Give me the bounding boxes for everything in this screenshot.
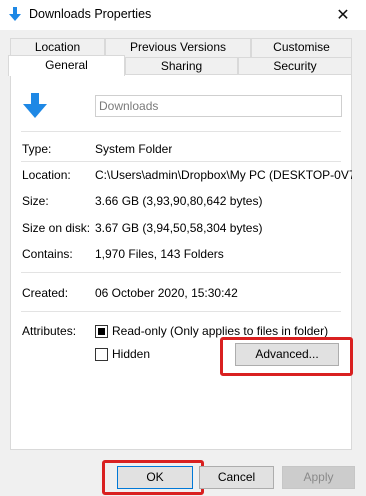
location-value: C:\Users\admin\Dropbox\My PC (DESKTOP-0V… (95, 168, 352, 182)
contains-value: 1,970 Files, 143 Folders (95, 247, 224, 261)
readonly-checkbox[interactable] (95, 325, 108, 338)
created-value: 06 October 2020, 15:30:42 (95, 286, 238, 300)
title-bar: Downloads Properties ✕ (0, 0, 366, 30)
type-label: Type: (22, 142, 52, 156)
hidden-checkbox[interactable] (95, 348, 108, 361)
divider (21, 161, 341, 162)
created-label: Created: (22, 286, 69, 300)
readonly-label[interactable]: Read-only (Only applies to files in fold… (112, 324, 328, 338)
cancel-button[interactable]: Cancel (199, 466, 274, 489)
attributes-label: Attributes: (22, 324, 77, 338)
divider (21, 131, 341, 132)
general-panel: Downloads Type: System Folder Location: … (10, 74, 352, 450)
size-on-disk-label: Size on disk: (22, 221, 91, 235)
type-value: System Folder (95, 142, 173, 156)
size-on-disk-value: 3.67 GB (3,94,50,58,304 bytes) (95, 221, 263, 235)
tab-previous-versions[interactable]: Previous Versions (105, 38, 251, 57)
tab-general[interactable]: General (8, 55, 125, 76)
advanced-button[interactable]: Advanced... (235, 343, 339, 366)
contains-label: Contains: (22, 247, 73, 261)
close-icon: ✕ (336, 7, 350, 24)
tab-customise[interactable]: Customise (251, 38, 352, 57)
hidden-label[interactable]: Hidden (112, 347, 150, 361)
ok-button[interactable]: OK (117, 466, 193, 489)
divider (21, 311, 341, 312)
apply-button[interactable]: Apply (282, 466, 355, 489)
size-label: Size: (22, 194, 49, 208)
location-label: Location: (22, 168, 71, 182)
size-value: 3.66 GB (3,93,90,80,642 bytes) (95, 194, 263, 208)
download-arrow-icon (23, 93, 47, 118)
download-arrow-icon (9, 7, 21, 21)
divider (21, 272, 341, 273)
window-title: Downloads Properties (29, 7, 152, 21)
close-button[interactable]: ✕ (320, 0, 366, 30)
folder-name-field[interactable]: Downloads (95, 95, 342, 117)
